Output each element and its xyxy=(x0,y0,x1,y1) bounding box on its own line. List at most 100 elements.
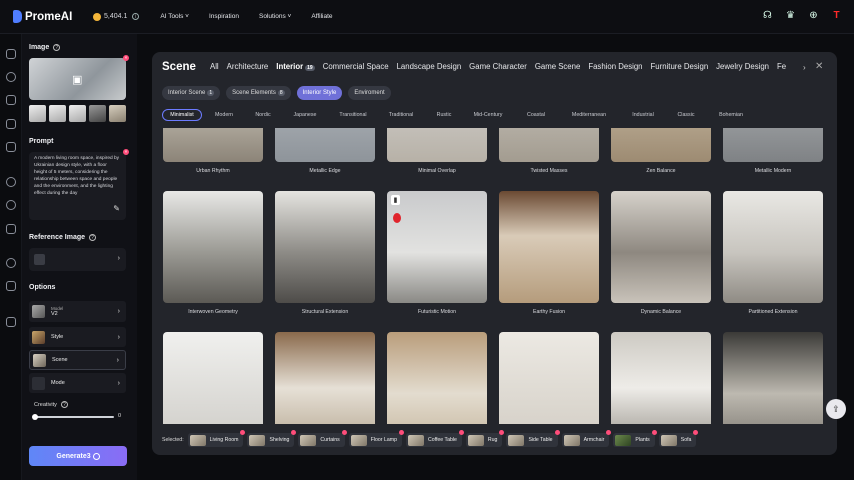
style-transitional[interactable]: Transitional xyxy=(330,109,376,121)
tab-all[interactable]: All xyxy=(210,62,219,71)
help-icon[interactable]: ? xyxy=(89,234,97,241)
thumbnail[interactable] xyxy=(29,105,46,122)
tab-commercial-space[interactable]: Commercial Space xyxy=(323,62,389,71)
style-card[interactable] xyxy=(275,332,375,424)
image-upload[interactable]: × ▣ xyxy=(29,55,129,100)
image-icon[interactable] xyxy=(6,119,16,129)
style-card[interactable]: Earthy Fusion xyxy=(499,191,599,315)
subtab-scene-elements[interactable]: Scene Elements 8 xyxy=(226,86,291,100)
style-card[interactable] xyxy=(163,332,263,424)
selected-chip[interactable]: Armchair xyxy=(561,430,612,447)
cube-icon[interactable] xyxy=(6,95,16,105)
style-card[interactable] xyxy=(723,332,823,424)
remove-icon[interactable] xyxy=(458,430,464,435)
model-select[interactable]: Model V2 › xyxy=(29,301,126,322)
tab-furniture-design[interactable]: Furniture Design xyxy=(651,62,709,71)
style-card[interactable]: Metallic Edge xyxy=(275,128,375,174)
style-industrial[interactable]: Industrial xyxy=(620,109,666,121)
mode-select[interactable]: Mode › xyxy=(29,373,126,393)
basket-icon[interactable] xyxy=(6,317,16,327)
info-icon[interactable]: i xyxy=(132,13,140,20)
selected-chip[interactable]: Shelving xyxy=(247,430,297,447)
selected-chip[interactable]: Curtains xyxy=(298,430,347,447)
subtab-environment[interactable]: Enviroment xyxy=(348,86,391,100)
explore-icon[interactable] xyxy=(6,72,16,82)
bell-icon[interactable] xyxy=(6,224,16,234)
tab-truncated[interactable]: Fe xyxy=(777,62,786,71)
remove-icon[interactable]: × xyxy=(123,55,129,61)
prompt-textarea[interactable]: × A modern living room space, inspired b… xyxy=(29,149,129,220)
tab-game-scene[interactable]: Game Scene xyxy=(535,62,581,71)
style-card[interactable] xyxy=(499,332,599,424)
thumbnail[interactable] xyxy=(89,105,106,122)
help-icon[interactable]: ? xyxy=(60,401,68,408)
style-card[interactable]: Minimal Overlap xyxy=(387,128,487,174)
remove-icon[interactable] xyxy=(606,430,612,435)
nav-solutions[interactable]: Solutions ˅ xyxy=(259,13,291,20)
globe-icon[interactable]: ⊕ xyxy=(808,10,819,21)
remove-icon[interactable] xyxy=(554,430,560,435)
style-mid-century[interactable]: Mid-Century xyxy=(462,109,514,121)
style-card[interactable]: Metallic Modern xyxy=(723,128,823,174)
target-icon[interactable] xyxy=(6,200,16,210)
tab-game-character[interactable]: Game Character xyxy=(469,62,527,71)
remove-icon[interactable] xyxy=(651,430,657,435)
compass-icon[interactable] xyxy=(6,177,16,187)
tab-interior[interactable]: Interior 19 xyxy=(276,62,315,71)
style-minimalist[interactable]: Minimalist xyxy=(162,109,202,121)
remove-icon[interactable] xyxy=(240,430,246,435)
home-icon[interactable] xyxy=(6,49,16,59)
nav-affiliate[interactable]: Affiliate xyxy=(311,13,332,20)
credit-balance[interactable]: 5,404.1 i xyxy=(93,12,140,21)
style-nordic[interactable]: Nordic xyxy=(246,109,280,121)
selected-chip[interactable]: Plants xyxy=(613,430,657,447)
remove-icon[interactable] xyxy=(693,430,699,435)
team-icon[interactable] xyxy=(6,281,16,291)
remove-icon[interactable] xyxy=(341,430,347,435)
bookmark-icon[interactable]: ▮ xyxy=(391,195,400,205)
style-japanese[interactable]: Japanese xyxy=(280,109,330,121)
style-card[interactable] xyxy=(611,332,711,424)
selected-chip[interactable]: Floor Lamp xyxy=(348,430,404,447)
creativity-slider[interactable] xyxy=(32,414,114,420)
style-card[interactable]: Interwoven Geometry xyxy=(163,191,263,315)
reference-image-select[interactable]: › xyxy=(29,248,126,271)
remove-icon[interactable] xyxy=(499,430,505,435)
style-mediterranean[interactable]: Mediterranean xyxy=(558,109,620,121)
selected-chip[interactable]: Coffee Table xyxy=(405,430,464,447)
tab-landscape-design[interactable]: Landscape Design xyxy=(397,62,462,71)
style-select[interactable]: Style › xyxy=(29,327,126,347)
thumbnail[interactable] xyxy=(109,105,126,122)
nav-ai-tools[interactable]: AI Tools ˅ xyxy=(160,13,189,20)
subtab-interior-style[interactable]: Interior Style xyxy=(296,86,343,100)
help-icon[interactable]: ? xyxy=(53,44,61,51)
subtab-interior-scene[interactable]: Interior Scene 1 xyxy=(162,86,221,100)
tab-fashion-design[interactable]: Fashion Design xyxy=(588,62,642,71)
style-card[interactable]: Futuristic Motion ▮ xyxy=(387,191,487,315)
tab-jewelry-design[interactable]: Jewelry Design xyxy=(716,62,769,71)
style-coastal[interactable]: Coastal xyxy=(514,109,558,121)
selected-chip[interactable]: Living Room xyxy=(187,430,246,447)
nav-inspiration[interactable]: Inspiration xyxy=(209,13,239,20)
headset-icon[interactable]: ☊ xyxy=(762,10,773,21)
crown-icon[interactable]: ♛ xyxy=(785,10,796,21)
style-card[interactable]: Partitioned Extension xyxy=(723,191,823,315)
user-icon[interactable] xyxy=(6,258,16,268)
thumbnail[interactable] xyxy=(49,105,66,122)
style-card[interactable]: Structural Extension xyxy=(275,191,375,315)
tab-architecture[interactable]: Architecture xyxy=(227,62,269,71)
style-classic[interactable]: Classic xyxy=(666,109,706,121)
style-bohemian[interactable]: Bohemian xyxy=(706,109,756,121)
thumbnail[interactable] xyxy=(69,105,86,122)
style-modern[interactable]: Modern xyxy=(202,109,246,121)
slider-handle[interactable] xyxy=(32,414,38,420)
generate-button[interactable]: Generate3 xyxy=(29,446,127,466)
style-card[interactable]: Zen Balance xyxy=(611,128,711,174)
brand-logo[interactable]: PromeAI xyxy=(13,10,79,23)
remove-icon[interactable] xyxy=(291,430,297,435)
style-card[interactable]: Urban Rhythm xyxy=(163,128,263,174)
avatar[interactable]: T xyxy=(831,10,842,21)
style-rustic[interactable]: Rustic xyxy=(426,109,462,121)
selected-chip[interactable]: Side Table xyxy=(506,430,560,447)
chevron-right-icon[interactable]: › xyxy=(803,63,806,72)
